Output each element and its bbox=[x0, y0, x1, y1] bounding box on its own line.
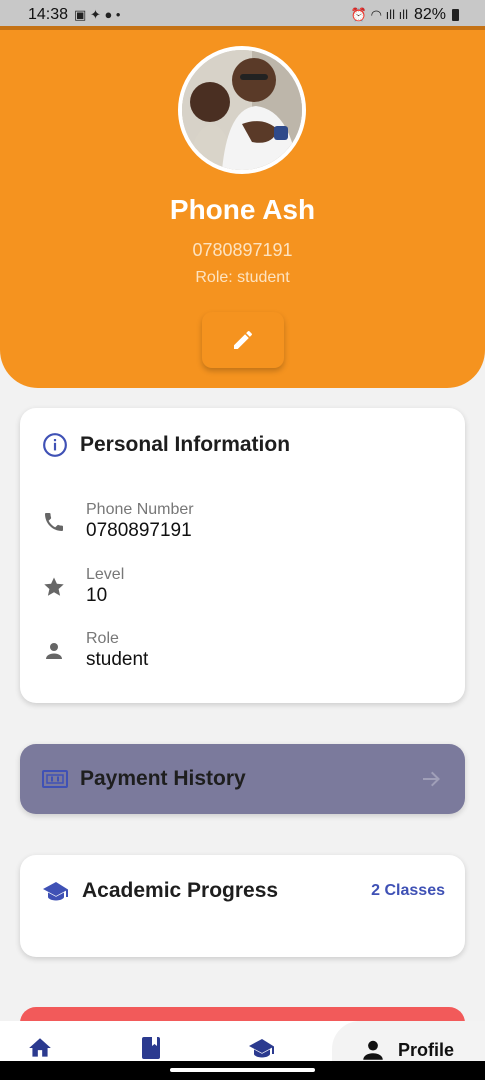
home-gesture-handle[interactable] bbox=[170, 1068, 315, 1072]
edit-profile-button[interactable] bbox=[202, 312, 284, 368]
graduation-cap-icon bbox=[43, 882, 68, 901]
profile-phone: 0780897191 bbox=[192, 240, 293, 260]
info-row-level: Level 10 bbox=[40, 565, 124, 608]
battery-icon bbox=[452, 9, 459, 21]
person-icon bbox=[46, 642, 62, 659]
profile-role: Role: student bbox=[195, 269, 290, 286]
info-value: student bbox=[86, 649, 149, 670]
payment-history-button[interactable]: Payment History bbox=[20, 744, 465, 814]
personal-info-title: Personal Information bbox=[80, 433, 291, 456]
status-time: 14:38 bbox=[28, 6, 69, 23]
status-signal-icons: ⏰ ◠ ıll ıll bbox=[350, 7, 408, 22]
arrow-right-icon bbox=[423, 771, 440, 787]
money-icon bbox=[42, 770, 68, 788]
status-notification-icons: ▣ ✦ ● • bbox=[74, 7, 121, 22]
star-icon bbox=[44, 577, 64, 596]
info-value: 10 bbox=[86, 585, 108, 606]
info-label: Phone Number bbox=[86, 501, 194, 518]
home-icon bbox=[29, 1038, 51, 1057]
info-icon bbox=[43, 433, 67, 457]
personal-info-card: Personal Information Phone Number 078089… bbox=[20, 408, 465, 703]
book-icon bbox=[142, 1037, 160, 1059]
info-label: Role bbox=[86, 630, 119, 647]
info-label: Level bbox=[86, 566, 125, 583]
person-icon bbox=[363, 1040, 383, 1060]
academic-progress-card[interactable]: Academic Progress 2 Classes bbox=[20, 855, 465, 957]
nav-classes[interactable] bbox=[248, 1035, 276, 1061]
battery-level: 82% bbox=[413, 6, 446, 23]
nav-courses[interactable] bbox=[139, 1035, 163, 1061]
nav-profile-label: Profile bbox=[398, 1040, 455, 1060]
graduation-cap-icon bbox=[249, 1039, 274, 1058]
gesture-bar bbox=[0, 1061, 485, 1080]
payment-history-title: Payment History bbox=[80, 767, 246, 790]
phone-icon bbox=[45, 512, 63, 531]
academic-progress-title: Academic Progress bbox=[82, 879, 279, 902]
avatar[interactable] bbox=[178, 46, 306, 174]
profile-name: Phone Ash bbox=[169, 194, 316, 225]
info-row-role: Role student bbox=[40, 629, 148, 672]
pencil-icon bbox=[234, 330, 253, 349]
nav-home[interactable] bbox=[27, 1035, 53, 1061]
classes-count[interactable]: 2 Classes bbox=[371, 882, 445, 900]
profile-header: Phone Ash 0780897191 Role: student bbox=[0, 30, 485, 388]
info-value: 0780897191 bbox=[86, 520, 192, 541]
info-row-phone: Phone Number 0780897191 bbox=[40, 500, 194, 543]
avatar-photo bbox=[182, 50, 302, 170]
